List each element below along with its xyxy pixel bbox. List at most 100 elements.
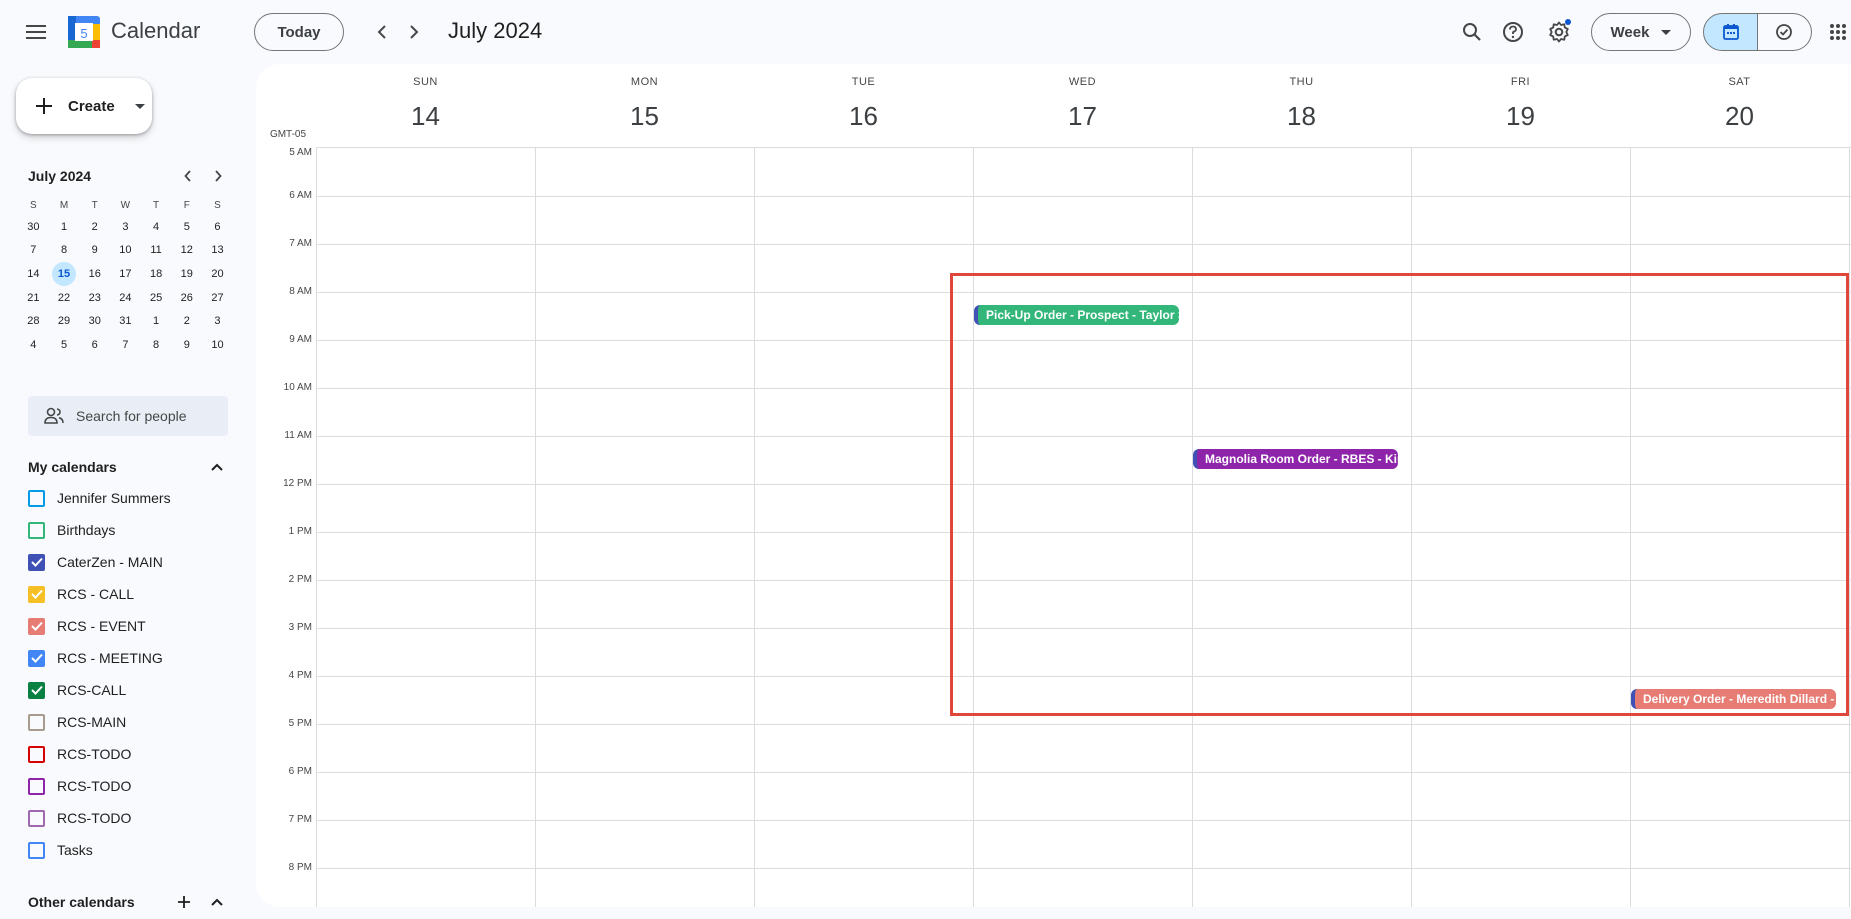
mini-calendar-day[interactable]: 8 <box>49 239 80 263</box>
calendar-item[interactable]: RCS-TODO <box>28 740 131 768</box>
mini-calendar-day[interactable]: 7 <box>110 333 141 357</box>
unchecked-checkbox-icon[interactable] <box>28 841 45 859</box>
calendar-item[interactable]: RCS - CALL <box>28 580 134 608</box>
mini-calendar-day[interactable]: 3 <box>202 309 233 333</box>
checked-checkbox-icon[interactable] <box>28 681 45 699</box>
unchecked-checkbox-icon[interactable] <box>28 809 45 827</box>
google-apps-icon[interactable] <box>1818 12 1851 52</box>
unchecked-checkbox-icon[interactable] <box>28 713 45 731</box>
mini-calendar-day[interactable]: 28 <box>18 309 49 333</box>
mini-calendar-day[interactable]: 5 <box>49 333 80 357</box>
calendar-item[interactable]: RCS-TODO <box>28 772 131 800</box>
mini-calendar-day[interactable]: 6 <box>202 215 233 239</box>
mini-calendar-day[interactable]: 6 <box>79 333 110 357</box>
mini-calendar-day[interactable]: 11 <box>141 239 172 263</box>
day-header-sun[interactable]: SUN 14 <box>316 64 535 148</box>
day-number[interactable]: 18 <box>1192 101 1411 132</box>
calendar-view-toggle[interactable] <box>1703 13 1758 51</box>
mini-calendar-day[interactable]: 9 <box>79 239 110 263</box>
day-number[interactable]: 14 <box>316 101 535 132</box>
mini-next-month-icon[interactable] <box>206 164 230 188</box>
calendar-logo-icon[interactable]: 5 <box>68 16 100 48</box>
calendar-item[interactable]: RCS-CALL <box>28 676 126 704</box>
mini-calendar-day[interactable]: 30 <box>79 309 110 333</box>
day-header-sat[interactable]: SAT 20 <box>1630 64 1849 148</box>
unchecked-checkbox-icon[interactable] <box>28 777 45 795</box>
mini-calendar-day[interactable]: 3 <box>110 215 141 239</box>
day-header-thu[interactable]: THU 18 <box>1192 64 1411 148</box>
unchecked-checkbox-icon[interactable] <box>28 489 45 507</box>
mini-calendar-day[interactable]: 10 <box>202 333 233 357</box>
mini-calendar-day[interactable]: 14 <box>18 262 49 286</box>
mini-calendar-day[interactable]: 29 <box>49 309 80 333</box>
my-calendars-heading[interactable]: My calendars <box>28 459 117 475</box>
mini-calendar-day[interactable]: 10 <box>110 239 141 263</box>
search-people-field[interactable]: Search for people <box>28 396 228 436</box>
calendar-item[interactable]: CaterZen - MAIN <box>28 548 163 576</box>
mini-calendar-day[interactable]: 5 <box>171 215 202 239</box>
calendar-item[interactable]: Jennifer Summers <box>28 484 171 512</box>
day-number[interactable]: 15 <box>535 101 754 132</box>
mini-calendar-day[interactable]: 4 <box>18 333 49 357</box>
mini-calendar-day[interactable]: 22 <box>49 286 80 310</box>
add-calendar-plus-icon[interactable] <box>172 890 196 914</box>
mini-calendar-day[interactable]: 20 <box>202 262 233 286</box>
next-week-icon[interactable] <box>398 16 430 48</box>
checked-checkbox-icon[interactable] <box>28 617 45 635</box>
mini-calendar-day[interactable]: 2 <box>79 215 110 239</box>
settings-gear-icon[interactable] <box>1539 12 1579 52</box>
mini-calendar-day[interactable]: 30 <box>18 215 49 239</box>
day-header-fri[interactable]: FRI 19 <box>1411 64 1630 148</box>
chevron-up-icon[interactable] <box>205 890 229 914</box>
chevron-up-icon[interactable] <box>205 455 229 479</box>
mini-calendar-day[interactable]: 16 <box>79 262 110 286</box>
mini-calendar-day[interactable]: 25 <box>141 286 172 310</box>
mini-calendar-day[interactable]: 7 <box>18 239 49 263</box>
calendar-item[interactable]: RCS-TODO <box>28 804 131 832</box>
day-header-tue[interactable]: TUE 16 <box>754 64 973 148</box>
mini-calendar-day[interactable]: 18 <box>141 262 172 286</box>
mini-calendar-day[interactable]: 15 <box>49 261 80 286</box>
mini-calendar-day[interactable]: 23 <box>79 286 110 310</box>
calendar-item[interactable]: RCS-MAIN <box>28 708 126 736</box>
main-menu-icon[interactable] <box>12 12 60 52</box>
mini-calendar-day[interactable]: 31 <box>110 309 141 333</box>
mini-calendar-day[interactable]: 1 <box>49 215 80 239</box>
day-number[interactable]: 17 <box>973 101 1192 132</box>
mini-calendar-day[interactable]: 12 <box>171 239 202 263</box>
calendar-item[interactable]: Tasks <box>28 836 93 864</box>
previous-week-icon[interactable] <box>366 16 398 48</box>
view-selector[interactable]: Week <box>1591 13 1691 51</box>
day-number[interactable]: 20 <box>1630 101 1849 132</box>
calendar-item[interactable]: Birthdays <box>28 516 115 544</box>
mini-calendar-day[interactable]: 1 <box>141 309 172 333</box>
unchecked-checkbox-icon[interactable] <box>28 521 45 539</box>
unchecked-checkbox-icon[interactable] <box>28 745 45 763</box>
day-number[interactable]: 19 <box>1411 101 1630 132</box>
calendar-item[interactable]: RCS - EVENT <box>28 612 146 640</box>
mini-calendar-day[interactable]: 9 <box>171 333 202 357</box>
today-button[interactable]: Today <box>254 13 344 51</box>
mini-calendar-day[interactable]: 19 <box>171 262 202 286</box>
checked-checkbox-icon[interactable] <box>28 585 45 603</box>
mini-calendar-day[interactable]: 21 <box>18 286 49 310</box>
checked-checkbox-icon[interactable] <box>28 649 45 667</box>
help-icon[interactable] <box>1493 12 1533 52</box>
mini-calendar-day[interactable]: 8 <box>141 333 172 357</box>
mini-calendar-day[interactable]: 26 <box>171 286 202 310</box>
mini-calendar-day[interactable]: 13 <box>202 239 233 263</box>
other-calendars-heading[interactable]: Other calendars <box>28 894 135 910</box>
create-button[interactable]: Create <box>16 78 152 134</box>
day-number[interactable]: 16 <box>754 101 973 132</box>
mini-calendar-day[interactable]: 4 <box>141 215 172 239</box>
mini-calendar-day[interactable]: 27 <box>202 286 233 310</box>
mini-calendar-day[interactable]: 24 <box>110 286 141 310</box>
mini-calendar-day[interactable]: 2 <box>171 309 202 333</box>
mini-calendar-day[interactable]: 17 <box>110 262 141 286</box>
mini-prev-month-icon[interactable] <box>176 164 200 188</box>
tasks-view-toggle[interactable] <box>1757 13 1812 51</box>
checked-checkbox-icon[interactable] <box>28 553 45 571</box>
day-header-wed[interactable]: WED 17 <box>973 64 1192 148</box>
calendar-item[interactable]: RCS - MEETING <box>28 644 163 672</box>
search-icon[interactable] <box>1452 12 1492 52</box>
